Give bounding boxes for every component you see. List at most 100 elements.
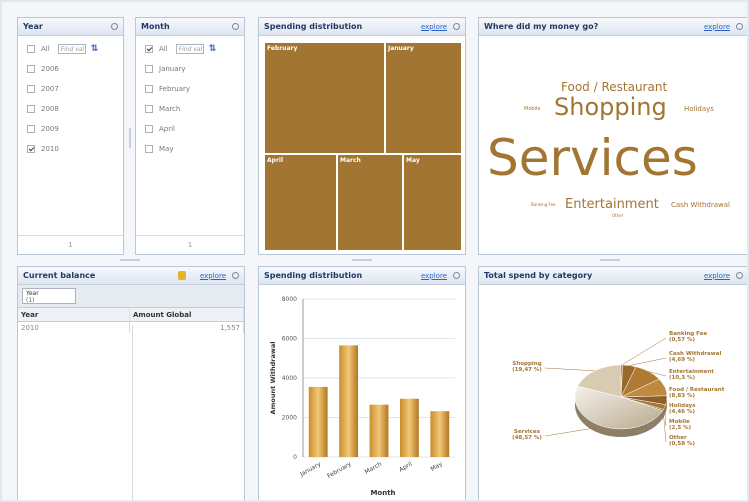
year-list-item[interactable]: 2010 <box>18 142 123 155</box>
bar[interactable] <box>430 411 450 457</box>
wordcloud-panel: Where did my money go? explore Food / Re… <box>478 17 749 255</box>
treemap-panel-title: Spending distribution <box>264 22 363 31</box>
x-tick-label: April <box>398 461 414 474</box>
explore-link[interactable]: explore <box>421 272 447 280</box>
month-list-item[interactable]: March <box>136 102 244 115</box>
filter-tag-label: Year <box>26 290 39 297</box>
pie-data-label: Shopping (19,47 %) <box>512 361 542 373</box>
gear-icon[interactable] <box>736 23 743 30</box>
y-tick-label: 2000 <box>282 415 297 422</box>
vertical-splitter[interactable] <box>129 128 131 148</box>
year-filter-tag[interactable]: Year (1) <box>22 288 76 304</box>
filter-tag-bar: Year (1) <box>18 285 244 308</box>
month-checkbox[interactable] <box>145 124 153 133</box>
pie-panel-title: Total spend by category <box>484 271 593 280</box>
treemap-cell[interactable]: January <box>385 42 462 154</box>
year-item-label: 2007 <box>41 84 59 93</box>
year-all-checkbox[interactable] <box>27 44 35 53</box>
y-tick-label: 6000 <box>282 336 297 343</box>
column-header[interactable]: Year <box>18 308 130 322</box>
year-checkbox[interactable] <box>27 64 35 73</box>
month-pager[interactable]: 1 <box>136 235 244 254</box>
x-tick-label: February <box>326 460 353 480</box>
lock-icon[interactable] <box>177 271 186 280</box>
year-checkbox[interactable] <box>27 124 35 133</box>
year-checkbox[interactable] <box>27 104 35 113</box>
month-checkbox[interactable] <box>145 104 153 113</box>
year-list-item[interactable]: 2008 <box>18 102 123 115</box>
bar[interactable] <box>308 386 328 457</box>
month-list-item[interactable]: May <box>136 142 244 155</box>
gear-icon[interactable] <box>232 272 239 279</box>
month-list-item[interactable]: April <box>136 122 244 135</box>
word-mobile[interactable]: Mobile <box>524 107 540 112</box>
bar-chart: 0 2000 4000 6000 8000 January February March Apr… <box>269 296 455 497</box>
treemap-cell[interactable]: April <box>264 154 337 251</box>
pie-leader-line <box>544 367 595 372</box>
month-checkbox[interactable] <box>145 84 153 93</box>
explore-link[interactable]: explore <box>200 272 226 280</box>
pie-data-label: Entertainment (10,3 %) <box>669 369 714 381</box>
pie-data-label: Other (0,58 %) <box>669 435 696 447</box>
wordcloud-panel-header: Where did my money go? explore <box>479 18 748 36</box>
month-find-input[interactable]: Find val <box>175 43 204 54</box>
year-checkbox[interactable] <box>27 144 35 153</box>
word-holidays[interactable]: Holidays <box>684 106 714 113</box>
gear-icon[interactable] <box>111 23 118 30</box>
month-all-row[interactable]: All Find val ⇅ <box>136 42 244 55</box>
month-list-item[interactable]: February <box>136 82 244 95</box>
word-other[interactable]: Other <box>612 214 623 218</box>
year-list-item[interactable]: 2006 <box>18 62 123 75</box>
current-balance-panel: Current balance explore Year (1) Year Am… <box>17 266 245 502</box>
word-services[interactable]: Services <box>487 133 698 183</box>
year-pager[interactable]: 1 <box>18 235 123 254</box>
table-row[interactable]: 2010 1,557 <box>18 321 244 333</box>
month-list-item[interactable]: January <box>136 62 244 75</box>
bar[interactable] <box>399 398 419 457</box>
wordcloud-panel-title: Where did my money go? <box>484 22 599 31</box>
treemap-cell[interactable]: March <box>337 154 403 251</box>
y-tick-label: 4000 <box>282 375 297 382</box>
month-filter-panel: Month All Find val ⇅ January February Marc… <box>135 17 245 255</box>
word-cash-withdrawal[interactable]: Cash Withdrawal <box>671 202 730 209</box>
year-list-item[interactable]: 2009 <box>18 122 123 135</box>
bar[interactable] <box>339 345 359 457</box>
word-food-restaurant[interactable]: Food / Restaurant <box>561 81 667 93</box>
sort-icon[interactable]: ⇅ <box>209 44 217 54</box>
treemap-cell[interactable]: February <box>264 42 385 154</box>
horizontal-splitter[interactable] <box>120 259 140 261</box>
year-list-item[interactable]: 2007 <box>18 82 123 95</box>
explore-link[interactable]: explore <box>704 23 730 31</box>
month-checkbox[interactable] <box>145 144 153 153</box>
bar-panel-title: Spending distribution <box>264 271 363 280</box>
x-tick-label: March <box>364 461 384 476</box>
pie-leader-line <box>544 426 604 437</box>
year-all-row[interactable]: All Find val ⇅ <box>18 42 123 55</box>
month-all-label: All <box>159 44 168 53</box>
horizontal-splitter[interactable] <box>600 259 620 261</box>
word-entertainment[interactable]: Entertainment <box>565 198 659 211</box>
word-shopping[interactable]: Shopping <box>554 95 667 119</box>
explore-link[interactable]: explore <box>421 23 447 31</box>
filter-tag-count: (1) <box>26 297 35 304</box>
pie-data-label: Banking Fee (0,57 %) <box>669 331 707 343</box>
year-checkbox[interactable] <box>27 84 35 93</box>
pie-data-label: Holidays (4,46 %) <box>669 403 696 415</box>
gear-icon[interactable] <box>232 23 239 30</box>
pie-data-label: Services (48,57 %) <box>512 429 542 441</box>
gear-icon[interactable] <box>736 272 743 279</box>
y-axis-label: Amount Withdrawal <box>269 342 277 415</box>
bar[interactable] <box>369 404 389 457</box>
gear-icon[interactable] <box>453 23 460 30</box>
explore-link[interactable]: explore <box>704 272 730 280</box>
year-find-input[interactable]: Find val <box>57 43 86 54</box>
month-all-checkbox[interactable] <box>145 44 153 53</box>
gear-icon[interactable] <box>453 272 460 279</box>
word-banking-fee[interactable]: Banking Fee <box>531 203 556 207</box>
year-item-label: 2010 <box>41 144 59 153</box>
column-header[interactable]: Amount Global <box>129 308 244 322</box>
horizontal-splitter[interactable] <box>352 259 372 261</box>
treemap-cell[interactable]: May <box>403 154 462 251</box>
month-checkbox[interactable] <box>145 64 153 73</box>
sort-icon[interactable]: ⇅ <box>91 44 99 54</box>
